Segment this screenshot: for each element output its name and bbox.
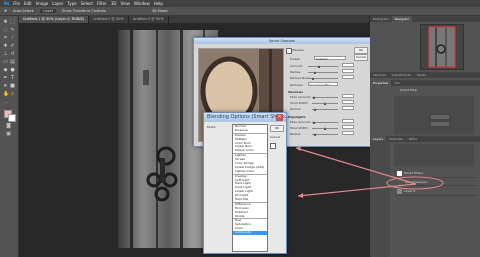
annotation-arrows <box>295 146 444 198</box>
